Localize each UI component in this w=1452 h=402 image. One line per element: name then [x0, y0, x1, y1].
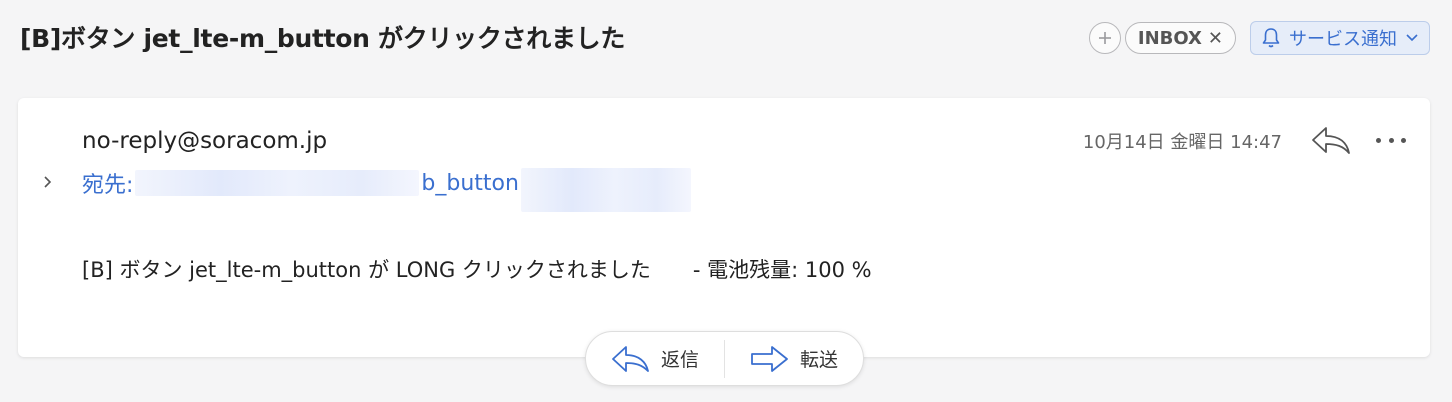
add-label-button[interactable]	[1088, 22, 1121, 54]
more-icon[interactable]	[1376, 130, 1406, 150]
inbox-tag-label: INBOX	[1137, 27, 1202, 49]
forward-icon	[751, 345, 788, 372]
folder-dropdown[interactable]: サービス通知	[1250, 21, 1430, 55]
recipient-line[interactable]: 宛先: b_button	[82, 168, 693, 212]
reply-label: 返信	[660, 349, 699, 371]
close-icon[interactable]: ✕	[1208, 28, 1223, 49]
label-bar: INBOX ✕ サービス通知	[1088, 21, 1430, 55]
chevron-down-icon	[1406, 34, 1418, 42]
forward-label: 転送	[799, 349, 838, 371]
reply-icon	[612, 345, 649, 372]
redacted-recipient	[135, 170, 420, 196]
sender-address: no-reply@soracom.jp	[82, 128, 328, 154]
reply-icon[interactable]	[1310, 124, 1352, 156]
recipient-fragment: b_button	[421, 170, 519, 196]
message-date: 10月14日 金曜日 14:47	[1082, 132, 1282, 153]
forward-button[interactable]: 転送	[725, 332, 863, 385]
bell-icon	[1262, 28, 1280, 48]
recipient-prefix: 宛先:	[82, 173, 134, 198]
message-card: no-reply@soracom.jp 宛先: b_button 10月14日 …	[18, 98, 1430, 357]
inbox-tag[interactable]: INBOX ✕	[1124, 22, 1236, 54]
add-icon	[1098, 32, 1111, 44]
email-subject: [B]ボタン jet_lte-m_button がクリックされました	[20, 24, 626, 53]
chevron-right-icon[interactable]	[40, 174, 56, 190]
redacted-recipient	[520, 168, 691, 212]
message-body: [B] ボタン jet_lte-m_button が LONG クリックされまし…	[82, 258, 872, 282]
reply-forward-bar: 返信 転送	[585, 331, 864, 386]
reply-button[interactable]: 返信	[586, 332, 724, 385]
folder-label: サービス通知	[1289, 29, 1397, 50]
mail-view: [B]ボタン jet_lte-m_button がクリックされました INBOX…	[0, 0, 1452, 402]
